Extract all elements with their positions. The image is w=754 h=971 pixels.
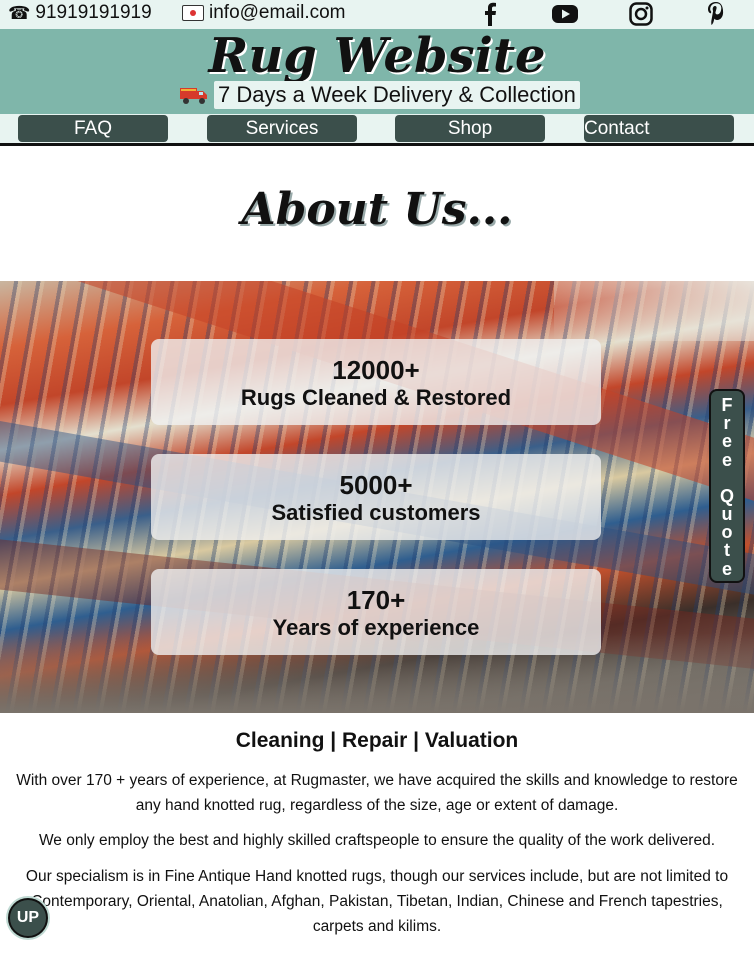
stat-label: Rugs Cleaned & Restored <box>240 385 512 410</box>
about-heading: About Us... <box>241 184 513 235</box>
free-quote-line1: Free <box>711 396 743 469</box>
nav-faq-button[interactable]: FAQ <box>18 115 168 142</box>
delivery-text: 7 Days a Week Delivery & Collection <box>214 81 580 109</box>
services-paragraph: We only employ the best and highly skill… <box>38 832 716 849</box>
free-quote-letter: u <box>721 504 733 525</box>
pinterest-icon[interactable] <box>703 1 729 27</box>
free-quote-letter: r <box>723 413 731 434</box>
stat-number: 170+ <box>346 585 406 615</box>
free-quote-letter: F <box>721 395 733 415</box>
phone-number: 91919191919 <box>35 2 152 23</box>
stat-number: 12000+ <box>332 355 420 385</box>
free-quote-letter: o <box>721 522 733 543</box>
truck-icon <box>180 84 210 106</box>
free-quote-line2: Quote <box>711 487 743 578</box>
phone-icon: ☎ <box>8 2 31 23</box>
email-address: info@email.com <box>209 2 346 23</box>
site-title[interactable]: Rug Website <box>0 29 754 83</box>
delivery-banner: 7 Days a Week Delivery & Collection <box>180 80 580 110</box>
rug-background-wall <box>554 281 754 341</box>
free-quote-letter: t <box>724 540 730 561</box>
services-paragraph: With over 170 + years of experience, at … <box>16 772 738 814</box>
free-quote-letter: Q <box>719 485 734 506</box>
stat-card: 12000+ Rugs Cleaned & Restored <box>151 339 601 425</box>
site-header: Rug Website 7 Days a Week Delivery & Col… <box>0 29 754 114</box>
free-quote-spacer <box>711 469 743 487</box>
nav-services-button[interactable]: Services <box>207 115 357 142</box>
services-paragraph: Our specialism is in Fine Antique Hand k… <box>25 868 729 935</box>
stat-label: Years of experience <box>272 615 480 640</box>
scroll-up-button[interactable]: UP <box>8 898 48 938</box>
instagram-icon[interactable] <box>628 1 654 27</box>
phone-contact[interactable]: ☎ 91919191919 <box>8 2 152 24</box>
stat-card: 170+ Years of experience <box>151 569 601 655</box>
nav-contact-button[interactable]: Contact <box>584 115 734 142</box>
mail-icon <box>182 5 204 21</box>
email-contact[interactable]: info@email.com <box>182 2 346 24</box>
top-contact-bar: ☎ 91919191919 info@email.com <box>0 0 754 29</box>
main-nav: FAQ Services Shop Contact <box>0 114 754 146</box>
free-quote-letter: e <box>721 449 732 470</box>
youtube-icon[interactable] <box>552 1 578 27</box>
stat-number: 5000+ <box>339 470 413 500</box>
services-heading: Cleaning | Repair | Valuation <box>235 729 519 752</box>
free-quote-letter: e <box>721 431 732 452</box>
stat-card: 5000+ Satisfied customers <box>151 454 601 540</box>
facebook-icon[interactable] <box>477 1 503 27</box>
nav-shop-button[interactable]: Shop <box>395 115 545 142</box>
free-quote-tab[interactable]: Free Quote <box>709 389 745 583</box>
stat-label: Satisfied customers <box>271 500 481 525</box>
free-quote-letter: e <box>721 558 732 579</box>
